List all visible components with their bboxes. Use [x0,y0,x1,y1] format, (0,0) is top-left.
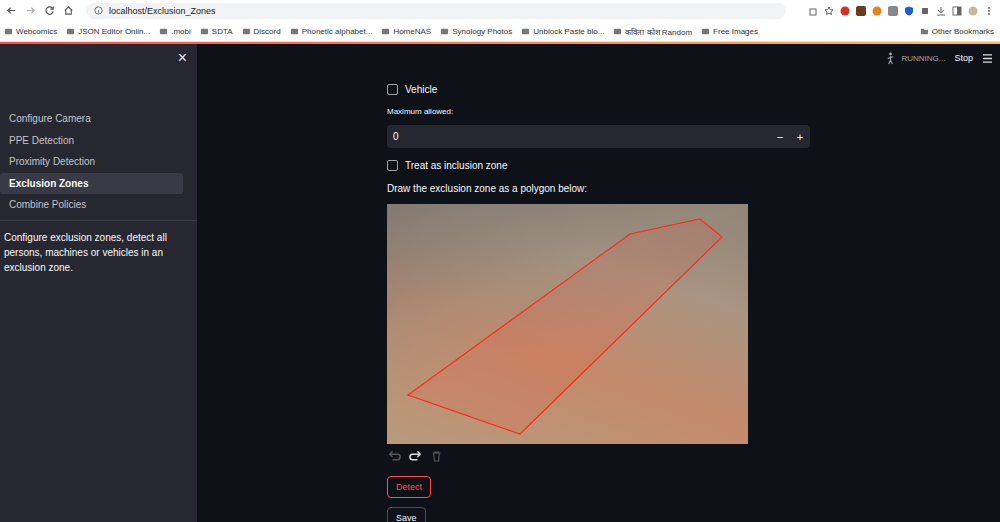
checkbox-label: Vehicle [405,84,437,95]
exclusion-zone-polygon[interactable] [387,204,748,444]
bookmark-icon [159,27,168,36]
sidepanel-icon[interactable] [952,6,962,16]
bookmark-label: Discord [254,27,281,36]
checkbox-label: Treat as inclusion zone [405,160,507,171]
bookmark-icon [613,27,622,36]
drawing-canvas[interactable] [387,204,748,444]
home-icon[interactable] [63,5,74,16]
bookmark-label: Free Images [713,27,758,36]
bookmark-icon [4,27,13,36]
share-icon[interactable] [808,6,818,16]
forward-icon[interactable] [25,5,36,16]
bookmark-label: कविता कोश Random [625,26,692,37]
sidebar-description: Configure exclusion zones, detect all pe… [4,230,187,275]
sidebar-nav: Configure CameraPPE DetectionProximity D… [0,66,197,216]
app-header: RUNNING... Stop [197,44,1000,72]
bookmark-item[interactable]: JSON Editor Onlin... [66,26,150,37]
info-icon[interactable] [94,6,103,15]
back-icon[interactable] [6,5,17,16]
sidebar-item[interactable]: Combine Policies [0,194,183,216]
trash-icon[interactable] [429,450,444,462]
running-status: RUNNING... [901,54,945,63]
bookmark-item[interactable]: कविता कोश Random [613,26,692,37]
close-sidebar-button[interactable]: × [178,50,187,66]
bookmark-icon [701,27,710,36]
bookmark-label: JSON Editor Onlin... [78,27,150,36]
sidebar-divider [0,220,197,221]
button-stack: Detect Save [387,476,810,522]
checkbox-box[interactable] [387,160,398,171]
extension-fox-icon[interactable] [872,6,882,16]
decrement-button[interactable]: − [770,131,790,143]
main-area: RUNNING... Stop Vehicle Maximum allowed:… [197,44,1000,522]
sidebar: × Configure CameraPPE DetectionProximity… [0,44,197,522]
sidebar-item[interactable]: PPE Detection [0,130,183,152]
star-icon[interactable] [824,6,834,16]
streamlit-app: × Configure CameraPPE DetectionProximity… [0,44,1000,522]
extension-red-icon[interactable] [840,6,850,16]
extension-k-icon[interactable] [856,6,866,16]
bookmark-icon [66,27,75,36]
bookmark-label: SDTA [212,27,233,36]
sidebar-item[interactable]: Configure Camera [0,108,183,130]
bookmark-item[interactable]: Synology Photos [440,26,512,37]
form-button[interactable]: Save [387,507,426,522]
stop-button[interactable]: Stop [954,53,973,63]
puzzle-icon[interactable] [920,6,930,16]
checkbox-box[interactable] [387,84,398,95]
bookmark-label: Phonetic alphabet... [302,27,373,36]
bookmark-label: Unblock Paste blo... [533,27,604,36]
inclusion-checkbox[interactable]: Treat as inclusion zone [387,156,810,174]
bookmark-label: .mobi [171,27,191,36]
canvas-toolbar [387,448,810,464]
vehicle-checkbox[interactable]: Vehicle [387,80,810,98]
bookmarks-bar: Webcomics JSON Editor Onlin... .mobi SDT… [0,21,1000,42]
max-allowed-label: Maximum allowed: [387,106,810,118]
menu-dots-icon[interactable] [984,6,994,16]
sidebar-item[interactable]: Exclusion Zones [0,173,183,195]
bookmark-item[interactable]: Discord [242,26,281,37]
bookmark-item[interactable]: HomeNAS [381,26,431,37]
drawing-prompt: Draw the exclusion zone as a polygon bel… [387,182,810,196]
address-bar[interactable]: localhost/Exclusion_Zones [86,3,786,19]
undo-icon[interactable] [387,450,402,462]
bookmark-icon [381,27,390,36]
address-text: localhost/Exclusion_Zones [109,6,216,16]
reload-icon[interactable] [44,5,55,16]
sidebar-item[interactable]: Proximity Detection [0,151,183,173]
browser-window: localhost/Exclusion_Zones Webcomics JSON… [0,0,1000,522]
bookmark-icon [290,27,299,36]
hamburger-menu-icon[interactable] [982,54,993,63]
bookmark-label: HomeNAS [393,27,431,36]
bookmark-item[interactable]: Webcomics [4,26,57,37]
running-man-icon [885,52,896,65]
other-bookmarks[interactable]: Other Bookmarks [920,27,994,36]
avatar-icon[interactable] [968,6,978,16]
bookmark-icon [242,27,251,36]
extension-icons [808,6,994,16]
bookmark-icon [200,27,209,36]
bookmark-item[interactable]: .mobi [159,26,191,37]
extension-shield-icon[interactable] [904,6,914,16]
number-value[interactable]: 0 [387,131,770,142]
bookmark-item[interactable]: Phonetic alphabet... [290,26,373,37]
extension-grey-icon[interactable] [888,6,898,16]
form-button[interactable]: Detect [387,476,431,498]
redo-icon[interactable] [408,450,423,462]
bookmark-icon [440,27,449,36]
bookmark-item[interactable]: Free Images [701,26,758,37]
other-bookmarks-label: Other Bookmarks [932,27,994,36]
bookmark-label: Webcomics [16,27,57,36]
bookmark-label: Synology Photos [452,27,512,36]
bookmark-item[interactable]: SDTA [200,26,233,37]
max-allowed-input[interactable]: 0 − + [387,125,810,148]
folder-icon [920,27,929,36]
browser-toolbar: localhost/Exclusion_Zones [0,0,1000,21]
increment-button[interactable]: + [790,131,810,143]
download-icon[interactable] [936,6,946,16]
form-column: Vehicle Maximum allowed: 0 − + Treat as … [387,72,810,522]
bookmark-item[interactable]: Unblock Paste blo... [521,26,604,37]
bookmark-icon [521,27,530,36]
